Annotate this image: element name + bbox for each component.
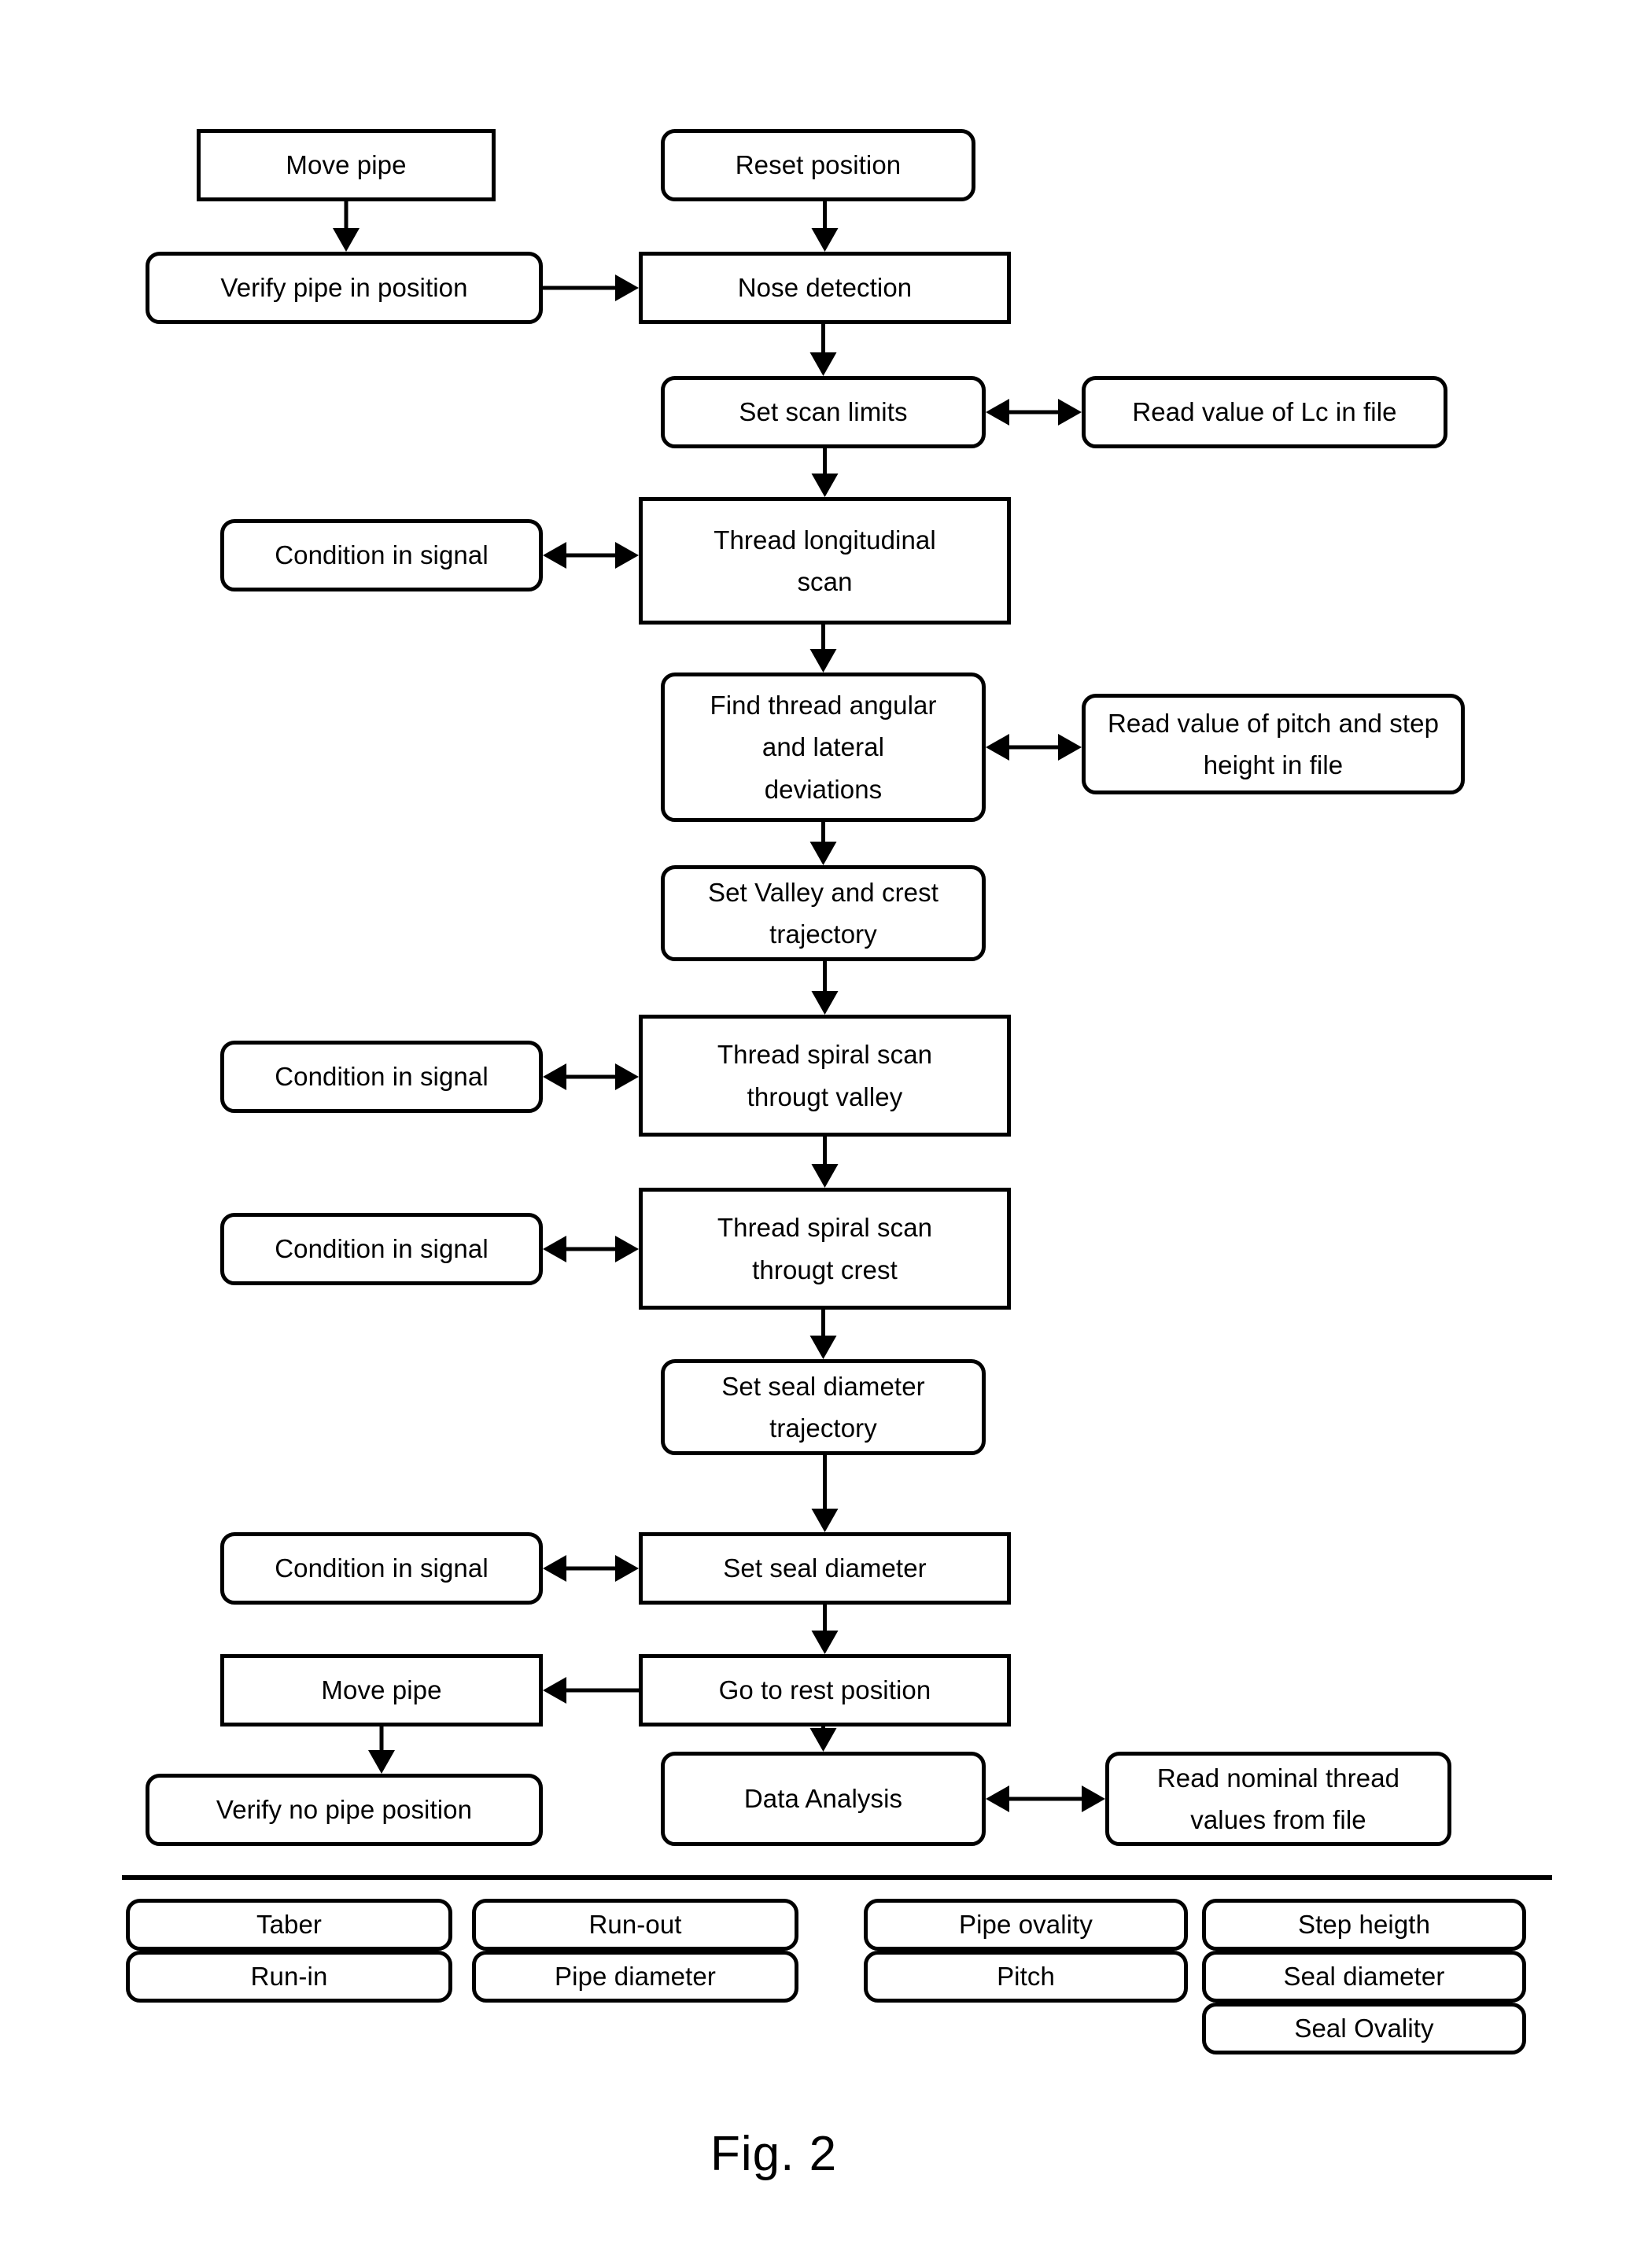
connector-scan-limits-to-thread-long [811, 448, 839, 497]
flow-node-label: Read value of pitch and step height in fi… [1107, 708, 1440, 779]
flow-node-result-seal-diameter: Seal diameter [1202, 1951, 1526, 2003]
connector-find-dev-to-valley-crest [809, 822, 837, 865]
flow-node-label: Read nominal thread values from file [1156, 1763, 1400, 1834]
flow-node-move-pipe-bottom: Move pipe [220, 1654, 543, 1726]
connector-data-analysis-to-read-nominal [986, 1785, 1105, 1812]
flow-node-result-taber: Taber [126, 1899, 452, 1951]
flow-node-result-step-heigth: Step heigth [1202, 1899, 1526, 1951]
flow-node-label: Pipe diameter [555, 1962, 716, 1992]
flow-node-result-pipe-diameter: Pipe diameter [472, 1951, 798, 2003]
connector-condition1-to-thread-long [543, 542, 639, 569]
connector-move-pipe-to-verify-no-pipe [368, 1726, 395, 1774]
flow-node-read-nominal-thread: Read nominal thread values from file [1105, 1752, 1451, 1846]
connector-move-pipe-to-verify [333, 201, 360, 252]
connector-condition4-to-seal-diameter [543, 1555, 639, 1582]
flow-node-label: Move pipe [286, 150, 407, 180]
flow-node-label: Condition in signal [275, 1062, 489, 1092]
flow-node-move-pipe-top: Move pipe [197, 129, 496, 201]
connector-seal-trajectory-to-seal-diameter [811, 1455, 839, 1532]
connector-thread-long-to-find-dev [809, 625, 837, 673]
flow-node-label: Move pipe [321, 1675, 442, 1705]
flow-node-result-run-out: Run-out [472, 1899, 798, 1951]
flow-node-verify-pipe-position: Verify pipe in position [146, 252, 543, 324]
flow-node-label: Step heigth [1297, 1910, 1431, 1940]
connector-rest-position-to-data-analysis [809, 1726, 837, 1752]
flow-node-read-pitch-step: Read value of pitch and step height in fi… [1082, 694, 1465, 794]
flow-node-label: Set seal diameter trajectory [721, 1371, 925, 1443]
connector-spiral-crest-to-seal-trajectory [809, 1310, 837, 1359]
flow-node-data-analysis: Data Analysis [661, 1752, 986, 1846]
flow-node-thread-long-scan: Thread longitudinal scan [639, 497, 1011, 625]
flow-node-reset-position: Reset position [661, 129, 975, 201]
connector-spiral-valley-to-spiral-crest [811, 1137, 839, 1188]
flow-node-label: Set Valley and crest trajectory [707, 877, 939, 949]
flow-node-label: Condition in signal [275, 1553, 489, 1583]
flow-node-set-seal-trajectory: Set seal diameter trajectory [661, 1359, 986, 1455]
flow-node-label: Thread spiral scan througt crest [717, 1213, 933, 1284]
flow-node-spiral-scan-valley: Thread spiral scan througt valley [639, 1015, 1011, 1137]
connector-condition2-to-spiral-valley [543, 1063, 639, 1090]
flow-node-label: Pipe ovality [959, 1910, 1093, 1940]
flow-node-label: Set seal diameter [723, 1553, 927, 1583]
flow-node-label: Seal Ovality [1294, 2014, 1434, 2043]
connector-nose-to-scan-limits [809, 324, 837, 376]
connector-reset-to-nose [811, 201, 839, 252]
connector-verify-to-nose [543, 275, 639, 301]
flow-node-find-deviations: Find thread angular and lateral deviations [661, 673, 986, 822]
flow-node-condition-signal-2: Condition in signal [220, 1041, 543, 1113]
connector-seal-diameter-to-rest-position [811, 1605, 839, 1654]
flow-node-label: Taber [256, 1910, 323, 1940]
flow-node-label: Read value of Lc in file [1132, 397, 1397, 427]
flow-node-condition-signal-4: Condition in signal [220, 1532, 543, 1605]
flow-node-result-run-in: Run-in [126, 1951, 452, 2003]
flow-node-label: Data Analysis [743, 1784, 903, 1814]
connector-valley-crest-to-spiral-valley [811, 961, 839, 1015]
flow-node-label: Verify pipe in position [220, 273, 468, 303]
results-divider [122, 1875, 1552, 1880]
flow-node-condition-signal-1: Condition in signal [220, 519, 543, 591]
flow-node-label: Find thread angular and lateral deviations [710, 690, 937, 804]
connector-condition3-to-spiral-crest [543, 1236, 639, 1262]
flow-node-label: Condition in signal [275, 540, 489, 570]
flow-node-set-valley-crest: Set Valley and crest trajectory [661, 865, 986, 961]
flow-node-label: Verify no pipe position [216, 1795, 473, 1825]
flow-node-label: Run-in [250, 1962, 328, 1992]
connector-rest-position-to-move-pipe [543, 1677, 639, 1704]
figure-caption: Fig. 2 [710, 2127, 838, 2181]
flow-node-set-scan-limits: Set scan limits [661, 376, 986, 448]
flow-node-label: Reset position [735, 150, 902, 180]
flow-node-label: Run-out [588, 1910, 682, 1940]
flow-node-label: Thread longitudinal scan [714, 525, 936, 596]
flow-node-result-pitch: Pitch [864, 1951, 1188, 2003]
flow-node-spiral-scan-crest: Thread spiral scan througt crest [639, 1188, 1011, 1310]
flow-node-result-pipe-ovality: Pipe ovality [864, 1899, 1188, 1951]
flow-node-label: Nose detection [737, 273, 913, 303]
flow-node-set-seal-diameter: Set seal diameter [639, 1532, 1011, 1605]
flow-node-read-lc-file: Read value of Lc in file [1082, 376, 1447, 448]
connector-scan-limits-to-read-lc [986, 399, 1082, 426]
connector-find-dev-to-read-pitch [986, 734, 1082, 761]
flow-node-verify-no-pipe: Verify no pipe position [146, 1774, 543, 1846]
flow-node-condition-signal-3: Condition in signal [220, 1213, 543, 1285]
flow-node-label: Seal diameter [1283, 1962, 1445, 1992]
flow-node-label: Condition in signal [275, 1234, 489, 1264]
flow-node-label: Set scan limits [739, 397, 908, 427]
flow-node-nose-detection: Nose detection [639, 252, 1011, 324]
flow-node-label: Thread spiral scan througt valley [717, 1040, 933, 1111]
flow-node-go-rest-position: Go to rest position [639, 1654, 1011, 1726]
flowchart-figure: Move pipe Reset position Verify pipe in po… [0, 0, 1652, 2259]
flow-node-result-seal-ovality: Seal Ovality [1202, 2003, 1526, 2054]
flow-node-label: Go to rest position [718, 1675, 931, 1705]
flow-node-label: Pitch [997, 1962, 1055, 1992]
